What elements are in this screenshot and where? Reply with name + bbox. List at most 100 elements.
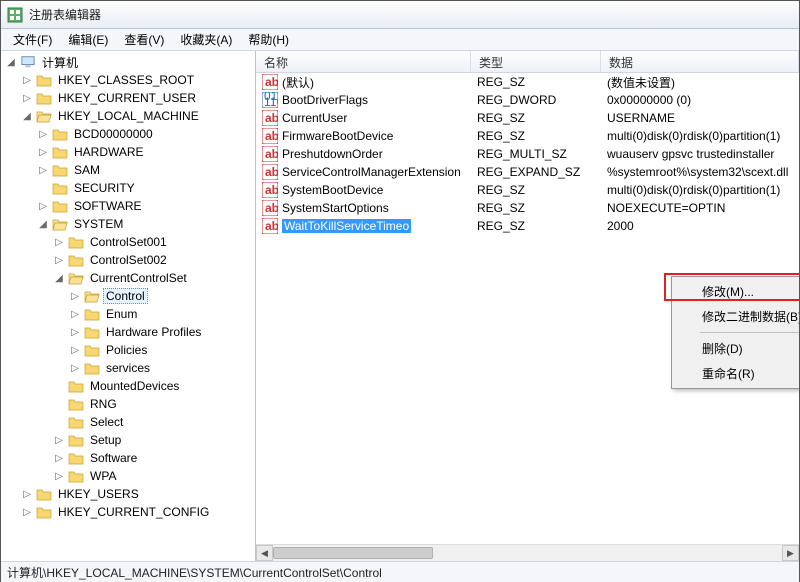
- list-row[interactable]: SystemStartOptionsREG_SZ NOEXECUTE=OPTIN: [256, 199, 799, 217]
- column-header-name[interactable]: 名称: [256, 51, 471, 72]
- tree-node-bcd[interactable]: ▷BCD00000000: [37, 125, 255, 143]
- expander-icon[interactable]: ▷: [21, 93, 33, 104]
- tree-node-security[interactable]: SECURITY: [37, 179, 255, 197]
- tree-label: CurrentControlSet: [87, 270, 190, 286]
- tree-label: services: [103, 360, 153, 376]
- tree-node-system[interactable]: ◢ SYSTEM: [37, 215, 255, 233]
- expander-icon[interactable]: ◢: [21, 111, 33, 122]
- expander-icon[interactable]: ▷: [21, 489, 33, 500]
- tree-node-policies[interactable]: ▷Policies: [69, 341, 255, 359]
- list-pane[interactable]: 名称 类型 数据 (默认)REG_SZ(数值未设置)BootDriverFlag…: [256, 51, 799, 561]
- value-type: REG_SZ: [471, 183, 601, 197]
- list-row[interactable]: WaitToKillServiceTimeoREG_SZ2000: [256, 217, 799, 235]
- scroll-right-button[interactable]: ▶: [782, 545, 799, 561]
- list-row[interactable]: BootDriverFlagsREG_DWORD0x00000000 (0): [256, 91, 799, 109]
- value-data: NOEXECUTE=OPTIN: [601, 201, 799, 215]
- tree-node-softw[interactable]: ▷Software: [53, 449, 255, 467]
- menubar: 文件(F) 编辑(E) 查看(V) 收藏夹(A) 帮助(H): [1, 29, 799, 51]
- expander-icon[interactable]: ▷: [37, 129, 49, 140]
- list-row[interactable]: SystemBootDeviceREG_SZmulti(0)disk(0)rdi…: [256, 181, 799, 199]
- tree-label: HARDWARE: [71, 144, 147, 160]
- scroll-left-button[interactable]: ◀: [256, 545, 273, 561]
- value-type: REG_SZ: [471, 111, 601, 125]
- folder-icon: [68, 379, 84, 393]
- tree-label: Select: [87, 414, 126, 430]
- menu-favorites[interactable]: 收藏夹(A): [172, 29, 240, 50]
- column-header-data[interactable]: 数据: [601, 51, 799, 72]
- tree-pane[interactable]: ◢ 计算机 ▷HKEY_CLASSES_ROOT ▷HKEY_CURRENT_U…: [1, 51, 256, 561]
- expander-icon[interactable]: ▷: [53, 255, 65, 266]
- tree-node-enum[interactable]: ▷Enum: [69, 305, 255, 323]
- expander-icon[interactable]: ▷: [69, 309, 81, 320]
- scroll-track[interactable]: [273, 545, 782, 561]
- value-type: REG_SZ: [471, 219, 601, 233]
- value-name: WaitToKillServiceTimeo: [282, 219, 411, 233]
- expander-icon[interactable]: ▷: [53, 237, 65, 248]
- value-string-icon: [262, 164, 278, 180]
- expander-icon[interactable]: ▷: [37, 201, 49, 212]
- value-name: SystemBootDevice: [282, 183, 383, 197]
- value-data: (数值未设置): [601, 74, 799, 91]
- tree-node-hardware[interactable]: ▷ HARDWARE: [37, 143, 255, 161]
- ctx-modify[interactable]: 修改(M)...: [674, 279, 799, 304]
- menu-edit[interactable]: 编辑(E): [60, 29, 116, 50]
- tree-node-wpa[interactable]: ▷WPA: [53, 467, 255, 485]
- list-row[interactable]: FirmwareBootDeviceREG_SZmulti(0)disk(0)r…: [256, 127, 799, 145]
- menu-view[interactable]: 查看(V): [116, 29, 172, 50]
- ctx-modify-binary[interactable]: 修改二进制数据(B)...: [674, 304, 799, 329]
- tree-node-sam[interactable]: ▷SAM: [37, 161, 255, 179]
- expander-icon[interactable]: ▷: [53, 471, 65, 482]
- value-name: ServiceControlManagerExtension: [282, 165, 461, 179]
- tree-node-mounteddevices[interactable]: MountedDevices: [53, 377, 255, 395]
- tree-label: SYSTEM: [71, 216, 126, 232]
- menu-help[interactable]: 帮助(H): [240, 29, 297, 50]
- ctx-rename[interactable]: 重命名(R): [674, 361, 799, 386]
- value-string-icon: [262, 182, 278, 198]
- expander-icon[interactable]: ◢: [53, 273, 65, 284]
- folder-icon: [68, 415, 84, 429]
- list-row[interactable]: CurrentUserREG_SZUSERNAME: [256, 109, 799, 127]
- horizontal-scrollbar[interactable]: ◀ ▶: [256, 544, 799, 561]
- expander-icon[interactable]: ▷: [69, 363, 81, 374]
- tree-node-ccs[interactable]: ◢ CurrentControlSet: [53, 269, 255, 287]
- menu-file[interactable]: 文件(F): [5, 29, 60, 50]
- expander-icon[interactable]: ▷: [37, 147, 49, 158]
- expander-icon[interactable]: ▷: [69, 345, 81, 356]
- tree-node-hkcr[interactable]: ▷HKEY_CLASSES_ROOT: [21, 71, 255, 89]
- expander-icon[interactable]: ▷: [69, 291, 81, 302]
- tree-node-services[interactable]: ▷ services: [69, 359, 255, 377]
- expander-icon[interactable]: ▷: [69, 327, 81, 338]
- tree-node-control[interactable]: ▷Control: [69, 287, 255, 305]
- tree-node-select[interactable]: Select: [53, 413, 255, 431]
- tree-node-cs1[interactable]: ▷ControlSet001: [53, 233, 255, 251]
- tree-node-hku[interactable]: ▷HKEY_USERS: [21, 485, 255, 503]
- tree-node-hkcu[interactable]: ▷HKEY_CURRENT_USER: [21, 89, 255, 107]
- expander-icon[interactable]: ▷: [21, 507, 33, 518]
- tree-node-setup[interactable]: ▷Setup: [53, 431, 255, 449]
- expander-icon[interactable]: ▷: [37, 165, 49, 176]
- tree-node-cs2[interactable]: ▷ ControlSet002: [53, 251, 255, 269]
- scroll-thumb[interactable]: [273, 547, 433, 559]
- tree-node-software[interactable]: ▷SOFTWARE: [37, 197, 255, 215]
- tree-node-hkcc[interactable]: ▷HKEY_CURRENT_CONFIG: [21, 503, 255, 521]
- tree-label: ControlSet002: [87, 252, 170, 268]
- list-row[interactable]: PreshutdownOrderREG_MULTI_SZwuauserv gps…: [256, 145, 799, 163]
- list-row[interactable]: (默认)REG_SZ(数值未设置): [256, 73, 799, 91]
- ctx-delete[interactable]: 删除(D): [674, 336, 799, 361]
- expander-icon[interactable]: ▷: [53, 453, 65, 464]
- tree-node-computer[interactable]: ◢ 计算机: [5, 53, 255, 71]
- column-header-type[interactable]: 类型: [471, 51, 601, 72]
- list-row[interactable]: ServiceControlManagerExtensionREG_EXPAND…: [256, 163, 799, 181]
- expander-icon[interactable]: ◢: [5, 57, 17, 68]
- tree-node-hklm[interactable]: ◢HKEY_LOCAL_MACHINE: [21, 107, 255, 125]
- tree-node-rng[interactable]: RNG: [53, 395, 255, 413]
- value-data: USERNAME: [601, 111, 799, 125]
- expander-icon[interactable]: ▷: [21, 75, 33, 86]
- expander-icon[interactable]: ▷: [53, 435, 65, 446]
- expander-icon[interactable]: ◢: [37, 219, 49, 230]
- tree-node-hwprofiles[interactable]: ▷Hardware Profiles: [69, 323, 255, 341]
- statusbar-path: 计算机\HKEY_LOCAL_MACHINE\SYSTEM\CurrentCon…: [7, 564, 382, 581]
- value-string-icon: [262, 74, 278, 90]
- folder-icon: [84, 361, 100, 375]
- value-data: wuauserv gpsvc trustedinstaller: [601, 147, 799, 161]
